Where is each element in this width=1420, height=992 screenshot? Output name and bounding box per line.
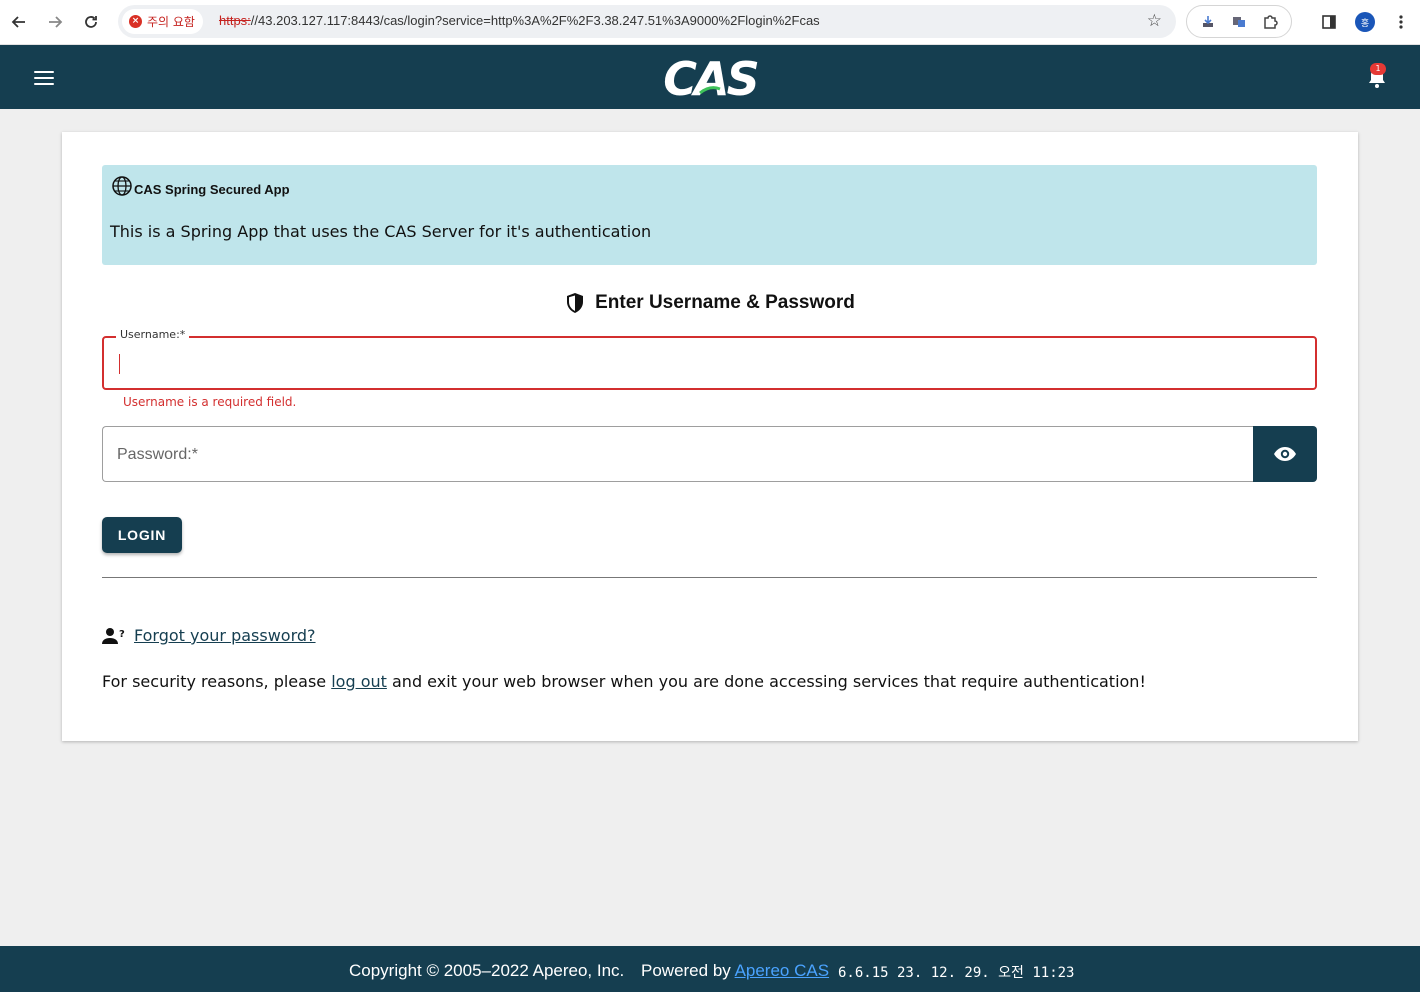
extensions-group [1186,5,1292,38]
forgot-password-link[interactable]: Forgot your password? [134,626,316,645]
service-description: This is a Spring App that uses the CAS S… [110,222,652,241]
security-note: For security reasons, please log out and… [102,672,1146,691]
extension-translate-icon[interactable] [1230,13,1248,31]
globe-icon [112,176,132,196]
address-bar[interactable]: × 주의 요함 https://43.203.127.117:8443/cas/… [118,5,1176,38]
profile-avatar[interactable]: 홍 [1352,9,1378,35]
login-button[interactable]: LOGIN [102,517,182,553]
security-warning-chip[interactable]: × 주의 요함 [122,9,203,34]
service-title: CAS Spring Secured App [134,182,290,197]
copyright-text: Copyright © 2005–2022 Apereo, Inc. [349,961,625,980]
side-panel-icon[interactable] [1316,9,1342,35]
eye-icon [1274,447,1296,461]
divider [102,577,1317,578]
form-heading-text: Enter Username & Password [595,292,855,313]
form-heading: Enter Username & Password [62,292,1358,314]
username-input[interactable] [116,348,1296,378]
service-info-banner: CAS Spring Secured App This is a Spring … [102,165,1317,265]
back-icon[interactable] [5,8,33,36]
shield-icon [567,293,584,313]
menu-icon[interactable] [34,71,54,85]
svg-text:?: ? [119,629,125,640]
warning-icon: × [129,15,142,28]
forgot-password-row: ? Forgot your password? [102,626,316,645]
page-footer: Copyright © 2005–2022 Apereo, Inc. Power… [0,946,1420,992]
password-input[interactable] [117,440,1237,470]
extensions-puzzle-icon[interactable] [1261,13,1279,31]
toggle-password-visibility-button[interactable] [1253,426,1317,482]
text-caret [119,354,120,374]
username-error-message: Username is a required field. [123,395,297,409]
apereo-cas-link[interactable]: Apereo CAS [735,961,830,980]
notification-count-badge: 1 [1370,63,1386,75]
reload-icon[interactable] [77,8,105,36]
password-field[interactable] [102,426,1254,482]
username-label: Username:* [116,328,190,341]
user-question-icon: ? [102,627,125,644]
logout-link[interactable]: log out [331,672,387,691]
browser-toolbar: × 주의 요함 https://43.203.127.117:8443/cas/… [0,0,1420,45]
login-card: CAS Spring Secured App This is a Spring … [62,132,1358,741]
url-text[interactable]: https://43.203.127.117:8443/cas/login?se… [219,13,820,28]
powered-by: Powered by Apereo CAS [641,961,830,980]
app-header: CAS [0,45,1420,109]
browser-menu-icon[interactable] [1388,9,1414,35]
username-field[interactable]: Username:* [102,328,1317,390]
version-timestamp: 6.6.15 23. 12. 29. 오전 11:23 [838,965,1075,981]
forward-icon[interactable] [41,8,69,36]
security-warning-text: 주의 요함 [147,15,195,29]
cas-logo: CAS [663,52,760,103]
svg-text:CAS: CAS [663,52,757,103]
extension-download-icon[interactable] [1199,13,1217,31]
bookmark-star-icon[interactable]: ☆ [1147,11,1162,31]
